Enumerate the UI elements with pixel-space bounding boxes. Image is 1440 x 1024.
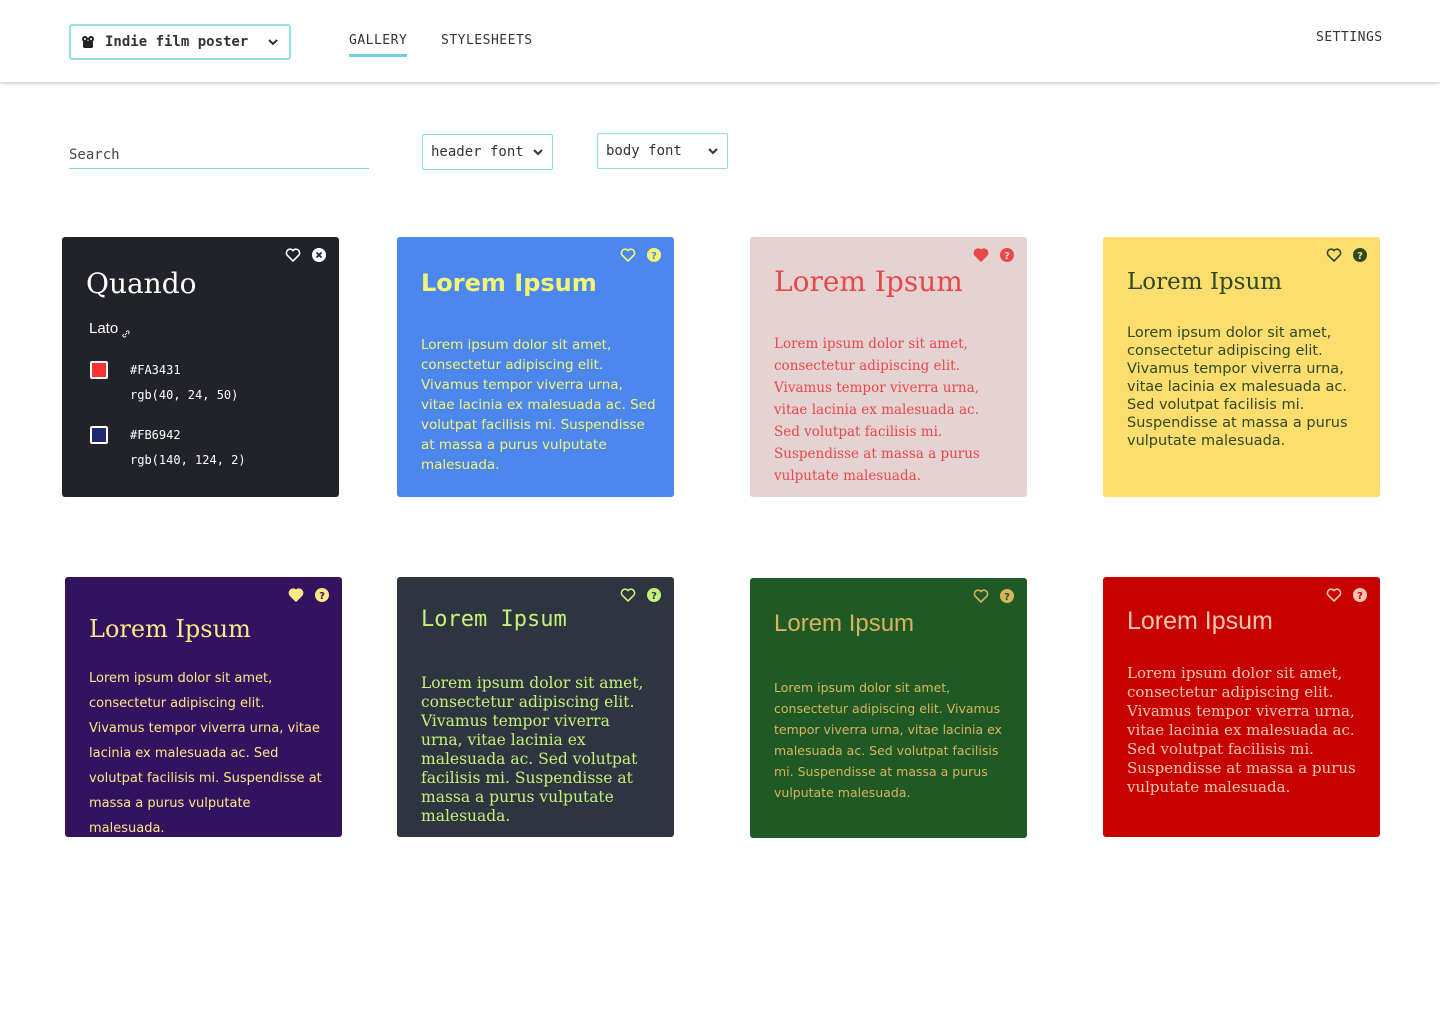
- stylesheet-preview-card[interactable]: ? Lorem Ipsum Lorem ipsum dolor sit amet, …: [397, 237, 674, 497]
- card-actions: ?: [1326, 587, 1368, 603]
- question-icon[interactable]: ?: [1352, 247, 1368, 263]
- card-body-text: Lorem ipsum dolor sit amet, consectetur …: [1127, 325, 1348, 449]
- svg-text:?: ?: [651, 251, 657, 262]
- question-icon[interactable]: ?: [999, 247, 1015, 263]
- header-font-name: Quando: [86, 267, 197, 300]
- stylesheet-preview-card[interactable]: ? Lorem Ipsum Lorem ipsum dolor sit amet, …: [750, 237, 1027, 497]
- card-actions: ?: [1326, 247, 1368, 263]
- color-values: #FB6942 rgb(140, 124, 2): [130, 423, 246, 473]
- heart-icon[interactable]: [288, 587, 304, 603]
- question-icon[interactable]: ?: [646, 587, 662, 603]
- color-row: #FB6942 rgb(140, 124, 2): [90, 423, 246, 473]
- color-swatch[interactable]: [90, 426, 108, 444]
- chevron-down-icon: [532, 146, 544, 158]
- stylesheet-preview-card[interactable]: ? Lorem Ipsum Lorem ipsum dolor sit amet, …: [750, 578, 1027, 838]
- tab-gallery[interactable]: GALLERY: [349, 33, 408, 57]
- close-icon[interactable]: [311, 247, 327, 263]
- body-font-label: Lato: [89, 320, 119, 337]
- card-body-text: Lorem ipsum dolor sit amet, consectetur …: [421, 337, 656, 473]
- card-title: Lorem Ipsum: [421, 607, 567, 632]
- card-actions: ?: [620, 587, 662, 603]
- stylesheet-preview-card[interactable]: ? Lorem Ipsum Lorem ipsum dolor sit amet, …: [1103, 237, 1380, 497]
- question-icon[interactable]: ?: [999, 588, 1015, 604]
- color-rgb: rgb(40, 24, 50): [130, 388, 239, 402]
- detail-card[interactable]: Quando Lato #FA3431 rgb(40, 24, 50) #FB6…: [62, 237, 339, 497]
- stylesheet-preview-card[interactable]: ? Lorem Ipsum Lorem ipsum dolor sit amet, …: [397, 577, 674, 837]
- card-title: Lorem Ipsum: [774, 610, 915, 637]
- header-font-select[interactable]: header font: [422, 134, 553, 170]
- heart-icon[interactable]: [973, 588, 989, 604]
- card-actions: ?: [973, 247, 1015, 263]
- card-body-text: Lorem ipsum dolor sit amet, consectetur …: [1127, 664, 1356, 796]
- card-body-text: Lorem ipsum dolor sit amet, consectetur …: [774, 680, 1002, 800]
- project-select-label: Indie film poster: [105, 34, 249, 50]
- stylesheet-preview-card[interactable]: ? Lorem Ipsum Lorem ipsum dolor sit amet, …: [65, 577, 342, 837]
- card-body-text: Lorem ipsum dolor sit amet, consectetur …: [89, 671, 322, 836]
- tab-stylesheets[interactable]: STYLESHEETS: [441, 33, 533, 54]
- settings-link[interactable]: SETTINGS: [1316, 30, 1383, 45]
- question-icon[interactable]: ?: [1352, 587, 1368, 603]
- film-reel-icon: [81, 35, 95, 49]
- color-rgb: rgb(140, 124, 2): [130, 453, 246, 467]
- svg-text:?: ?: [1357, 251, 1363, 262]
- header-font-select-label: header font: [431, 144, 524, 160]
- card-title: Lorem Ipsum: [89, 615, 251, 643]
- color-swatch[interactable]: [90, 361, 108, 379]
- top-bar: Indie film poster GALLERY STYLESHEETS SE…: [0, 0, 1440, 83]
- card-title: Lorem Ipsum: [421, 269, 597, 297]
- card-title: Lorem Ipsum: [774, 265, 963, 298]
- heart-icon[interactable]: [285, 247, 301, 263]
- heart-icon[interactable]: [973, 247, 989, 263]
- card-title: Lorem Ipsum: [1127, 269, 1283, 295]
- svg-text:?: ?: [1357, 591, 1363, 602]
- card-body-text: Lorem ipsum dolor sit amet, consectetur …: [774, 336, 980, 484]
- heart-icon[interactable]: [620, 247, 636, 263]
- heart-icon[interactable]: [1326, 247, 1342, 263]
- body-font-name: Lato: [89, 320, 130, 338]
- card-title: Lorem Ipsum: [1127, 607, 1273, 635]
- question-icon[interactable]: ?: [314, 587, 330, 603]
- svg-text:?: ?: [319, 591, 325, 602]
- card-actions: ?: [973, 588, 1015, 604]
- color-row: #FA3431 rgb(40, 24, 50): [90, 358, 238, 408]
- card-actions: [285, 247, 327, 263]
- chevron-down-icon: [707, 145, 719, 157]
- svg-text:?: ?: [1004, 592, 1010, 603]
- chevron-down-icon: [267, 36, 279, 48]
- svg-text:?: ?: [651, 591, 657, 602]
- card-actions: ?: [620, 247, 662, 263]
- color-hex: #FB6942: [130, 428, 181, 442]
- color-values: #FA3431 rgb(40, 24, 50): [130, 358, 238, 408]
- project-select[interactable]: Indie film poster: [69, 24, 291, 60]
- color-hex: #FA3431: [130, 363, 181, 377]
- link-icon[interactable]: [122, 325, 130, 338]
- stylesheet-preview-card[interactable]: ? Lorem Ipsum Lorem ipsum dolor sit amet, …: [1103, 577, 1380, 837]
- svg-text:?: ?: [1004, 251, 1010, 262]
- heart-icon[interactable]: [620, 587, 636, 603]
- body-font-select[interactable]: body font: [597, 133, 728, 169]
- question-icon[interactable]: ?: [646, 247, 662, 263]
- card-body-text: Lorem ipsum dolor sit amet, consectetur …: [421, 674, 644, 825]
- body-font-select-label: body font: [606, 143, 682, 159]
- heart-icon[interactable]: [1326, 587, 1342, 603]
- card-actions: ?: [288, 587, 330, 603]
- search-input[interactable]: [69, 141, 369, 169]
